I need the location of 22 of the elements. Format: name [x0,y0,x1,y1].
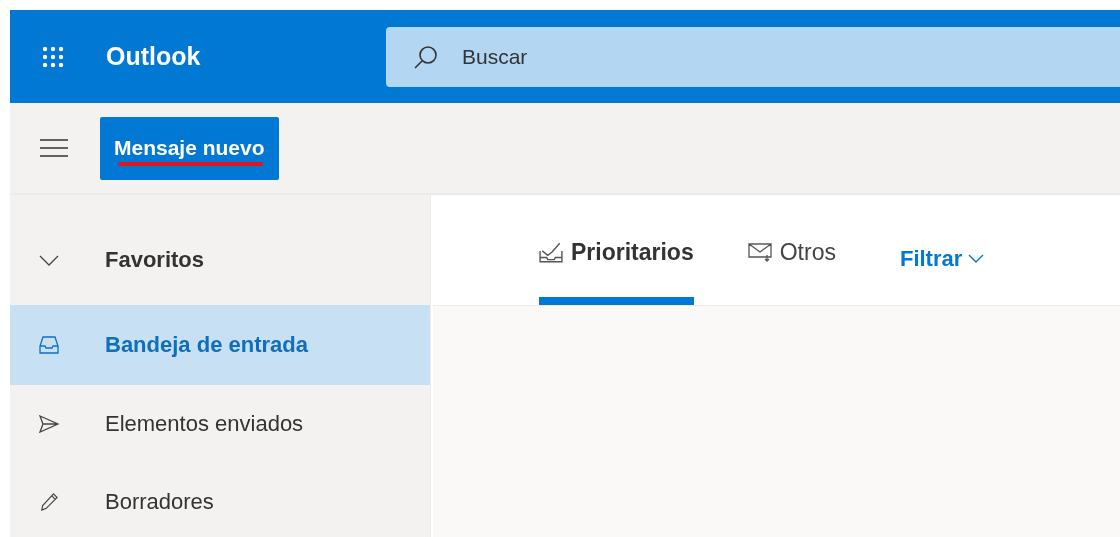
folder-item[interactable]: Borradores [10,463,430,537]
inbox-check-icon [539,241,563,263]
folder-item[interactable]: Bandeja de entrada [10,305,430,385]
pencil-icon [39,493,59,511]
app-launcher-icon[interactable] [42,45,64,68]
send-icon [39,415,59,433]
new-message-button[interactable]: Mensaje nuevo [100,116,279,180]
inbox-icon [39,336,59,354]
search-icon [414,44,438,69]
inbox-tab[interactable]: Prioritarios [539,195,694,305]
menu-icon[interactable] [40,139,68,157]
folder-label: Elementos enviados [105,411,304,437]
folder-label: Borradores [105,489,214,515]
envelope-icon [747,241,772,263]
favorites-label: Favoritos [105,247,205,273]
inbox-tab[interactable]: Otros [747,195,836,305]
favorites-header[interactable]: Favoritos [10,215,430,305]
folder-label: Bandeja de entrada [105,332,308,358]
chevron-down-icon [968,254,985,264]
filter-button[interactable]: Filtrar [899,195,985,305]
folder-item[interactable]: Elementos enviados [10,385,430,463]
app-name[interactable]: Outlook [106,42,386,71]
